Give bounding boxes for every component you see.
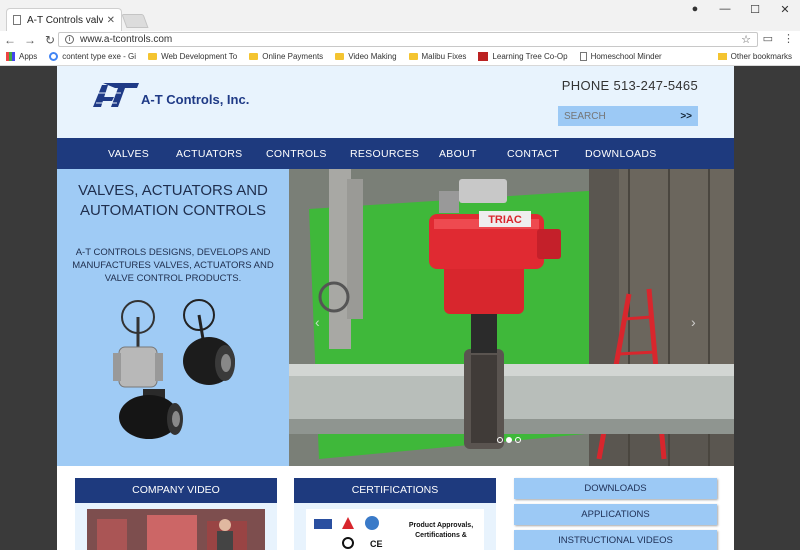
valves-image	[113, 299, 235, 439]
close-window-button[interactable]: ✕	[770, 3, 800, 16]
svg-text:CE: CE	[370, 539, 383, 549]
site-icon	[478, 52, 489, 61]
window-controls: ● — ☐ ✕	[680, 0, 800, 18]
minimize-button[interactable]: —	[710, 3, 740, 15]
certifications-caption: Product Approvals, Certifications &	[408, 522, 474, 539]
search-input[interactable]	[558, 106, 668, 126]
search-box: >>	[558, 106, 698, 126]
certifications-heading: CERTIFICATIONS	[294, 478, 496, 503]
profile-icon[interactable]: ●	[680, 3, 710, 15]
nav-item-about[interactable]: ABOUT	[439, 148, 477, 160]
certifications-image[interactable]: CE Product Approvals, Certifications &	[306, 509, 484, 550]
browser-tabstrip: A-T Controls valves, actu ✕ ● — ☐ ✕	[0, 0, 800, 31]
hero-title: VALVES, ACTUATORS AND AUTOMATION CONTROL…	[78, 182, 268, 219]
other-bookmarks[interactable]: Other bookmarks	[717, 52, 792, 61]
certifications-box: CE Product Approvals, Certifications &	[294, 503, 496, 550]
bookmark-item[interactable]: Malibu Fixes	[408, 52, 466, 61]
actuator-brand: TRIAC	[488, 214, 522, 226]
company-video-thumbnail[interactable]	[87, 509, 265, 550]
info-icon[interactable]: i	[65, 35, 74, 44]
bookmark-star-icon[interactable]: ☆	[741, 33, 751, 46]
downloads-button[interactable]: DOWNLOADS	[514, 478, 717, 499]
browser-tab[interactable]: A-T Controls valves, actu ✕	[6, 8, 122, 31]
slider-dot[interactable]	[497, 437, 503, 443]
slider-prev-arrow[interactable]: ‹	[315, 314, 320, 330]
bookmarks-bar: Apps content type exe - Gi Web Developme…	[0, 48, 800, 66]
folder-icon	[249, 53, 259, 60]
bookmark-item[interactable]: Online Payments	[249, 52, 323, 61]
google-icon	[49, 52, 59, 61]
nav-item-contact[interactable]: CONTACT	[507, 148, 559, 160]
reload-icon[interactable]: ↻	[40, 33, 60, 47]
tab-title: A-T Controls valves, actu	[27, 14, 103, 26]
slider-dot[interactable]	[515, 437, 521, 443]
nav-item-controls[interactable]: CONTROLS	[266, 148, 327, 160]
page-icon	[579, 52, 587, 61]
nav-item-downloads[interactable]: DOWNLOADS	[585, 148, 657, 160]
hero-panel: VALVES, ACTUATORS AND AUTOMATION CONTROL…	[57, 169, 289, 466]
site-header: A-T Controls, Inc. PHONE 513-247-5465 >>	[57, 66, 734, 138]
web-page: A-T Controls, Inc. PHONE 513-247-5465 >>…	[57, 66, 734, 550]
applications-button[interactable]: APPLICATIONS	[514, 504, 717, 525]
folder-icon	[335, 53, 345, 60]
slider-photo: TRIAC	[289, 169, 734, 466]
bottom-section: COMPANY VIDEO CERTIFICATIONS CE Product …	[57, 466, 734, 550]
cast-icon[interactable]: ▭	[763, 32, 773, 45]
close-tab-icon[interactable]: ✕	[107, 15, 115, 26]
slider-dots	[497, 437, 521, 443]
bookmark-item[interactable]: content type exe - Gi	[49, 52, 136, 61]
maximize-button[interactable]: ☐	[740, 3, 770, 16]
browser-toolbar: ← → ↻ i www.a-tcontrols.com ☆ ▭ ⋮	[0, 31, 800, 48]
new-tab-button[interactable]	[121, 14, 149, 28]
forward-icon[interactable]: →	[20, 33, 40, 47]
site-logo[interactable]: A-T Controls, Inc.	[93, 83, 249, 107]
page-icon	[13, 15, 21, 25]
instructional-videos-button[interactable]: INSTRUCTIONAL VIDEOS	[514, 530, 717, 550]
folder-icon	[408, 53, 418, 60]
hero-description: A-T CONTROLS DESIGNS, DEVELOPS AND MANUF…	[72, 247, 274, 284]
company-video-box	[75, 503, 277, 550]
folder-icon	[148, 53, 158, 60]
address-bar[interactable]: i www.a-tcontrols.com ☆	[58, 32, 758, 47]
company-video-heading: COMPANY VIDEO	[75, 478, 277, 503]
hero-slider: TRIAC ‹ ›	[289, 169, 734, 466]
url-text: www.a-tcontrols.com	[80, 34, 173, 45]
main-nav: VALVES ACTUATORS CONTROLS RESOURCES ABOU…	[57, 138, 734, 169]
slider-dot-active[interactable]	[506, 437, 512, 443]
folder-icon	[717, 53, 727, 60]
video-thumbnail-image	[87, 509, 265, 550]
at-logo-icon	[93, 83, 139, 107]
bookmark-apps[interactable]: Apps	[6, 52, 37, 61]
back-icon[interactable]: ←	[0, 33, 20, 47]
nav-item-actuators[interactable]: ACTUATORS	[176, 148, 242, 160]
bookmark-item[interactable]: Homeschool Minder	[579, 52, 662, 61]
slider-next-arrow[interactable]: ›	[691, 314, 696, 330]
nav-item-resources[interactable]: RESOURCES	[350, 148, 419, 160]
certification-logos: CE	[314, 516, 383, 549]
bookmark-item[interactable]: Video Making	[335, 52, 397, 61]
logo-text: A-T Controls, Inc.	[141, 92, 250, 107]
bookmark-item[interactable]: Web Development To	[148, 52, 237, 61]
bookmark-item[interactable]: Learning Tree Co-Op	[478, 52, 568, 61]
menu-icon[interactable]: ⋮	[783, 32, 794, 45]
nav-item-valves[interactable]: VALVES	[108, 148, 149, 160]
search-submit-button[interactable]: >>	[680, 111, 698, 122]
phone-number: PHONE 513-247-5465	[561, 78, 698, 93]
apps-icon	[6, 52, 15, 61]
